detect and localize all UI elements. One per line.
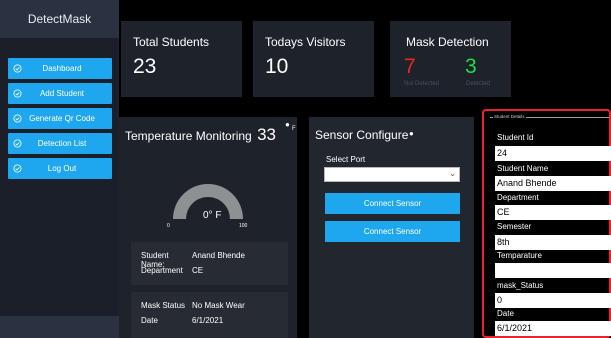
temperature-field[interactable] xyxy=(495,263,611,278)
mask-status-value: No Mask Wear xyxy=(192,301,245,310)
connect-sensor-button[interactable]: Connect Sensor xyxy=(325,193,460,214)
connect-sensor-button-2[interactable]: Connect Sensor xyxy=(325,221,460,242)
mask-status-label: mask_Status xyxy=(497,281,544,290)
degree-dot-icon: ● xyxy=(285,120,290,129)
sidebar-footer xyxy=(0,316,119,338)
todays-visitors-card: Todays Visitors 10 xyxy=(253,21,374,97)
student-name-field[interactable]: Anand Bhende xyxy=(495,176,611,191)
mask-status-row: Mask Status No Mask Wear xyxy=(141,301,245,310)
sidebar-item-label: Add Student xyxy=(39,89,85,98)
temperature-title: Temperature Monitoring 33 xyxy=(125,125,276,145)
date-value: 6/1/2021 xyxy=(192,316,224,325)
chevron-down-icon: ⌄ xyxy=(449,169,456,178)
temperature-gauge xyxy=(173,184,243,219)
sidebar-item-label: Log Out xyxy=(47,164,77,173)
temperature-current: 33 xyxy=(257,125,276,144)
mask-detection-title: Mask Detection xyxy=(406,35,489,49)
temperature-title-text: Temperature Monitoring xyxy=(125,129,252,143)
total-students-title: Total Students xyxy=(133,35,210,49)
sidebar-item-label: Dashboard xyxy=(42,64,82,73)
mask-status-field[interactable]: 0 xyxy=(495,293,611,308)
sidebar-item-label: Generate Qr Code xyxy=(29,114,95,123)
date-label: Date xyxy=(141,316,158,325)
semester-field[interactable]: 8th xyxy=(495,235,611,250)
student-name-label: Student Name xyxy=(497,164,549,173)
department-value: CE xyxy=(192,266,204,275)
department-field[interactable]: CE xyxy=(495,205,611,220)
student-info-box: Student Name: Anand Bhende Department CE xyxy=(131,242,288,285)
semester-label: Semester xyxy=(497,222,532,231)
gauge-reading: 0° F xyxy=(203,210,222,221)
student-details-group: Student Details Student Id 24 Student Na… xyxy=(482,109,611,338)
check-circle-icon xyxy=(8,64,26,73)
mask-status-label: Mask Status xyxy=(141,301,186,310)
total-students-value: 23 xyxy=(133,55,157,78)
department-row: Department CE xyxy=(141,266,203,275)
department-label: Department xyxy=(497,193,539,202)
sidebar-item-dashboard[interactable]: Dashboard xyxy=(8,58,112,79)
sidebar-item-log-out[interactable]: Log Out xyxy=(8,158,112,179)
date-field[interactable]: 6/1/2021 xyxy=(495,321,611,336)
temperature-label: Temparature xyxy=(497,251,542,260)
not-detected-label: Not Detected xyxy=(404,81,440,87)
todays-visitors-title: Todays Visitors xyxy=(265,35,346,49)
app-title: DetectMask xyxy=(0,0,119,38)
port-select[interactable]: ⌄ xyxy=(324,167,460,182)
sidebar-nav: Dashboard Add Student Generate Qr Code D… xyxy=(8,58,112,183)
check-circle-icon xyxy=(8,114,26,123)
sensor-panel: Sensor Configure ● Select Port ⌄ Connect… xyxy=(309,117,474,338)
date-label: Date xyxy=(497,309,514,318)
mask-detection-card: Mask Detection 7 3 Not Detected Detected xyxy=(390,21,511,97)
department-label: Department xyxy=(141,266,183,275)
sensor-title: Sensor Configure xyxy=(315,128,409,142)
gauge-min-label: 0 xyxy=(167,223,170,229)
sidebar-item-generate-qr-code[interactable]: Generate Qr Code xyxy=(8,108,112,129)
student-id-label: Student Id xyxy=(497,133,534,142)
detected-label: Detected xyxy=(466,81,491,87)
date-row: Date 6/1/2021 xyxy=(141,316,223,325)
not-detected-count: 7 xyxy=(404,55,416,78)
select-port-label: Select Port xyxy=(326,155,366,164)
temperature-panel: Temperature Monitoring 33 ● F 0 100 0° F… xyxy=(119,117,297,338)
check-circle-icon xyxy=(8,89,26,98)
detected-count: 3 xyxy=(465,55,477,78)
sidebar-item-detection-list[interactable]: Detection List xyxy=(8,133,112,154)
total-students-card: Total Students 23 xyxy=(121,21,242,97)
sidebar-item-add-student[interactable]: Add Student xyxy=(8,83,112,104)
student-details-legend: Student Details xyxy=(493,114,526,119)
sidebar-item-label: Detection List xyxy=(37,139,87,148)
todays-visitors-value: 10 xyxy=(265,55,289,78)
check-circle-icon xyxy=(8,164,26,173)
student-id-field[interactable]: 24 xyxy=(495,146,611,161)
status-dot-icon: ● xyxy=(409,129,414,138)
temperature-unit: F xyxy=(292,126,296,132)
gauge-max-label: 100 xyxy=(239,223,248,229)
check-circle-icon xyxy=(8,139,26,148)
mask-info-box: Mask Status No Mask Wear Date 6/1/2021 xyxy=(131,292,288,338)
sidebar: DetectMask Dashboard Add Student Generat… xyxy=(0,0,119,338)
